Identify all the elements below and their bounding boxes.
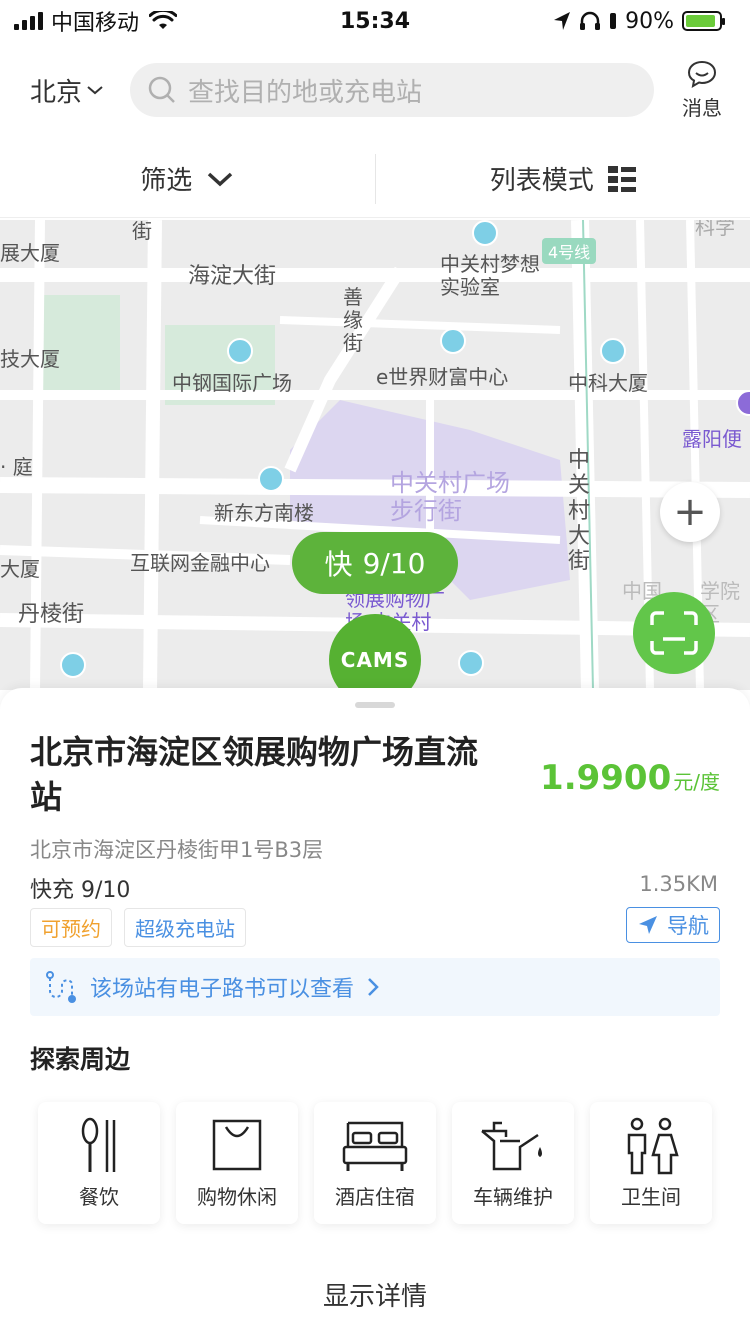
map-label: 新东方南楼	[214, 501, 314, 525]
filter-button[interactable]: 筛选	[0, 160, 375, 197]
map-label: 中科大厦	[568, 371, 648, 395]
map-label: · 庭	[0, 455, 33, 479]
marker-count: 9/10	[362, 546, 426, 580]
location-arrow-icon	[554, 12, 571, 30]
poi-icon[interactable]	[458, 650, 484, 676]
map-label: 展大厦	[0, 241, 60, 265]
map-label: 技大厦	[0, 347, 60, 371]
list-mode-button[interactable]: 列表模式	[376, 160, 750, 197]
sheet-drag-handle[interactable]	[355, 702, 395, 708]
map-label: 露阳便	[682, 427, 742, 451]
map-label: 中钢国际广场	[172, 371, 292, 395]
category-label: 卫生间	[621, 1184, 681, 1209]
station-marker-bubble[interactable]: 快 9/10	[292, 532, 458, 594]
city-name: 北京	[30, 77, 83, 108]
category-label: 车辆维护	[473, 1184, 553, 1209]
station-address: 北京市海淀区丹棱街甲1号B3层	[30, 838, 324, 862]
city-selector[interactable]: 北京	[30, 72, 130, 109]
chevron-right-icon	[368, 978, 379, 996]
poi-icon[interactable]	[440, 328, 466, 354]
scan-button[interactable]	[633, 592, 715, 674]
shopping-bag-icon	[212, 1119, 262, 1170]
category-shopping[interactable]: 购物休闲	[176, 1102, 298, 1224]
map-view[interactable]: 街 展大厦 海淀大街 善缘街 中关村梦想实验室 4号线 科学 技大厦 中钢国际广…	[0, 220, 750, 690]
chevron-down-icon	[87, 86, 103, 95]
roadbook-banner[interactable]: 该场站有电子路书可以查看	[30, 958, 720, 1016]
station-tags: 可预约 超级充电站	[30, 908, 246, 947]
list-mode-label: 列表模式	[489, 166, 594, 196]
charge-info: 快充 9/10	[30, 878, 131, 903]
top-header: 北京 查找目的地或充电站 消息	[0, 50, 750, 130]
bed-icon	[342, 1121, 408, 1171]
map-label: 丹棱街	[18, 602, 85, 627]
map-label: 善缘街	[343, 285, 363, 355]
map-label: 中关村梦想实验室	[440, 252, 540, 299]
marker-type: 快	[324, 548, 353, 581]
filter-label: 筛选	[140, 166, 193, 196]
price-value: 1.9900	[540, 758, 672, 798]
restroom-icon	[627, 1117, 679, 1174]
signal-icon	[14, 12, 43, 30]
orientation-lock-icon	[610, 13, 617, 29]
category-label: 购物休闲	[197, 1184, 277, 1209]
explore-title: 探索周边	[30, 1045, 131, 1074]
poi-icon[interactable]	[600, 338, 626, 364]
category-label: 餐饮	[79, 1184, 119, 1209]
navigate-button[interactable]: 导航	[626, 907, 720, 943]
message-button[interactable]: 消息	[674, 60, 730, 121]
battery-icon	[682, 11, 725, 31]
search-icon	[148, 76, 175, 103]
map-label: 中关村大街	[568, 448, 591, 575]
navigation-arrow-icon	[639, 916, 657, 934]
scan-icon	[650, 611, 698, 655]
headphones-icon	[580, 11, 601, 30]
navigate-label: 导航	[667, 914, 709, 938]
roadbook-text: 该场站有电子路书可以查看	[90, 977, 355, 1002]
poi-icon[interactable]	[472, 220, 498, 246]
category-dining[interactable]: 餐饮	[38, 1102, 160, 1224]
route-icon	[46, 971, 76, 1003]
search-input[interactable]: 查找目的地或充电站	[130, 63, 654, 117]
category-label: 酒店住宿	[335, 1184, 415, 1209]
chat-bubble-icon	[687, 60, 717, 88]
map-label: 互联网金融中心	[130, 551, 270, 575]
metro-badge: 4号线	[542, 238, 597, 264]
map-label: 中关村广场步行街	[390, 469, 510, 525]
map-label: 街	[132, 220, 152, 243]
category-vehicle-maintenance[interactable]: 车辆维护	[452, 1102, 574, 1224]
status-bar: 中国移动 15:34 90%	[0, 0, 750, 42]
map-label: 科学	[695, 220, 735, 239]
marker-logo-text: CAMS	[340, 648, 410, 672]
map-label: 大厦	[0, 557, 40, 581]
map-label: e世界财富中心	[376, 365, 509, 389]
category-hotel[interactable]: 酒店住宿	[314, 1102, 436, 1224]
category-restroom[interactable]: 卫生间	[590, 1102, 712, 1224]
filter-bar: 筛选 列表模式	[0, 140, 750, 218]
poi-icon[interactable]	[258, 466, 284, 492]
station-name: 北京市海淀区领展购物广场直流站	[30, 733, 479, 816]
utensils-icon	[81, 1117, 116, 1172]
oil-can-icon	[481, 1121, 542, 1170]
station-bottom-sheet: 北京市海淀区领展购物广场直流站 1.9900 元/度 北京市海淀区丹棱街甲1号B…	[0, 688, 750, 1334]
explore-categories: 餐饮 购物休闲 酒店住宿 车辆维护 卫生间	[38, 1102, 712, 1224]
carrier-name: 中国移动	[51, 11, 140, 36]
message-label: 消息	[682, 95, 722, 120]
tag-super-charger: 超级充电站	[124, 908, 246, 947]
show-details-button[interactable]: 显示详情	[0, 1276, 750, 1313]
poi-icon[interactable]	[60, 652, 86, 678]
wifi-icon	[149, 11, 178, 29]
map-label: 海淀大街	[188, 264, 277, 289]
tag-reservable: 可预约	[30, 908, 112, 947]
station-distance: 1.35KM	[639, 872, 718, 896]
zoom-in-label: +	[673, 489, 707, 535]
zoom-in-button[interactable]: +	[660, 482, 720, 542]
search-placeholder: 查找目的地或充电站	[188, 77, 423, 108]
list-grid-icon	[607, 165, 636, 192]
battery-percent: 90%	[625, 8, 674, 34]
station-price: 1.9900 元/度	[540, 758, 720, 798]
price-unit: 元/度	[673, 770, 720, 794]
poi-icon[interactable]	[227, 338, 253, 364]
chevron-down-icon	[208, 172, 233, 186]
